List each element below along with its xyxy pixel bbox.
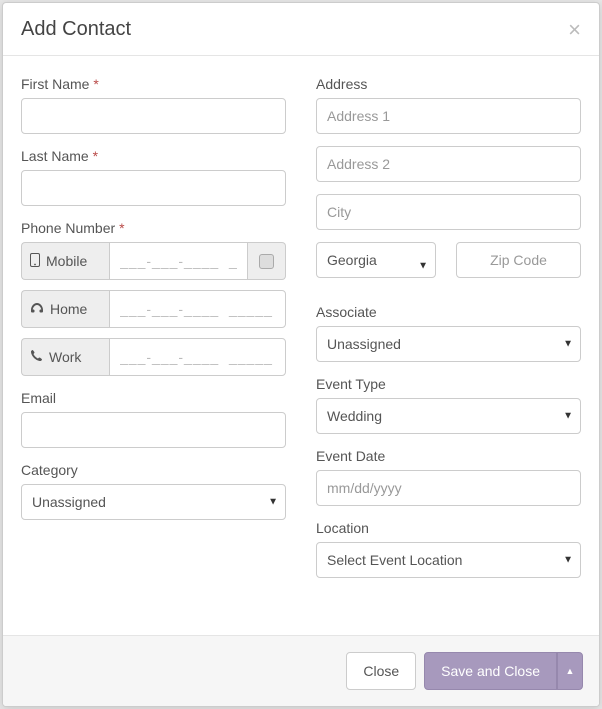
zip-input[interactable] — [456, 242, 581, 278]
event-type-field: Event Type Wedding ▼ — [316, 376, 581, 434]
last-name-label: Last Name * — [21, 148, 286, 164]
modal-header: Add Contact × — [3, 3, 599, 56]
associate-label: Associate — [316, 304, 581, 320]
left-column: First Name * Last Name * Phone Number * — [21, 76, 286, 625]
address1-input[interactable] — [316, 98, 581, 134]
location-field: Location Select Event Location ▼ — [316, 520, 581, 578]
save-dropdown-toggle[interactable]: ▲ — [557, 652, 583, 690]
first-name-label: First Name * — [21, 76, 286, 92]
address2-input[interactable] — [316, 146, 581, 182]
modal-footer: Close Save and Close ▲ — [3, 635, 599, 706]
required-mark: * — [119, 220, 124, 236]
event-date-field: Event Date — [316, 448, 581, 506]
event-type-select-wrap: Wedding ▼ — [316, 398, 581, 434]
modal-title: Add Contact — [21, 18, 131, 41]
required-mark: * — [93, 148, 98, 164]
phone-home-label: Home — [21, 290, 109, 328]
address-label: Address — [316, 76, 581, 92]
phone-work-input[interactable] — [109, 338, 286, 376]
zip-wrap — [456, 242, 581, 290]
checkbox-icon — [259, 254, 274, 269]
email-label: Email — [21, 390, 286, 406]
handset-icon — [30, 349, 43, 365]
phone-field: Phone Number * Mobile — [21, 220, 286, 376]
state-select[interactable]: Georgia — [316, 242, 436, 278]
state-zip-row: Georgia ▼ — [316, 242, 581, 290]
address-field: Address Georgia ▼ — [316, 76, 581, 290]
phone-mobile-input[interactable] — [109, 242, 248, 280]
last-name-input[interactable] — [21, 170, 286, 206]
associate-select-wrap: Unassigned ▼ — [316, 326, 581, 362]
phone-primary-toggle[interactable] — [248, 242, 286, 280]
location-label: Location — [316, 520, 581, 536]
phone-icon — [30, 301, 44, 317]
last-name-field: Last Name * — [21, 148, 286, 206]
right-column: Address Georgia ▼ Assoc — [316, 76, 581, 625]
mobile-icon — [30, 253, 40, 270]
phone-label: Phone Number * — [21, 220, 286, 236]
associate-field: Associate Unassigned ▼ — [316, 304, 581, 362]
location-select[interactable]: Select Event Location — [316, 542, 581, 578]
phone-home-row: Home — [21, 290, 286, 328]
category-select[interactable]: Unassigned — [21, 484, 286, 520]
phone-label-text: Phone Number — [21, 220, 115, 236]
category-select-wrap: Unassigned ▼ — [21, 484, 286, 520]
phone-mobile-label: Mobile — [21, 242, 109, 280]
required-mark: * — [93, 76, 98, 92]
first-name-field: First Name * — [21, 76, 286, 134]
event-type-label: Event Type — [316, 376, 581, 392]
modal-body: First Name * Last Name * Phone Number * — [3, 56, 599, 635]
associate-select[interactable]: Unassigned — [316, 326, 581, 362]
city-input[interactable] — [316, 194, 581, 230]
phone-work-text: Work — [49, 349, 81, 365]
phone-work-label: Work — [21, 338, 109, 376]
phone-mobile-row: Mobile — [21, 242, 286, 280]
phone-home-input[interactable] — [109, 290, 286, 328]
phone-mobile-text: Mobile — [46, 253, 87, 269]
caret-up-icon: ▲ — [566, 666, 575, 676]
add-contact-modal: Add Contact × First Name * Last Name * — [2, 2, 600, 707]
event-date-label: Event Date — [316, 448, 581, 464]
event-type-select[interactable]: Wedding — [316, 398, 581, 434]
state-select-wrap: Georgia ▼ — [316, 242, 436, 290]
category-label: Category — [21, 462, 286, 478]
email-field: Email — [21, 390, 286, 448]
last-name-label-text: Last Name — [21, 148, 89, 164]
location-select-wrap: Select Event Location ▼ — [316, 542, 581, 578]
save-and-close-button[interactable]: Save and Close — [424, 652, 557, 690]
first-name-input[interactable] — [21, 98, 286, 134]
category-field: Category Unassigned ▼ — [21, 462, 286, 520]
email-input[interactable] — [21, 412, 286, 448]
phone-work-row: Work — [21, 338, 286, 376]
phone-home-text: Home — [50, 301, 87, 317]
close-icon[interactable]: × — [568, 19, 581, 41]
save-button-group: Save and Close ▲ — [424, 652, 583, 690]
first-name-label-text: First Name — [21, 76, 89, 92]
close-button[interactable]: Close — [346, 652, 416, 690]
event-date-input[interactable] — [316, 470, 581, 506]
